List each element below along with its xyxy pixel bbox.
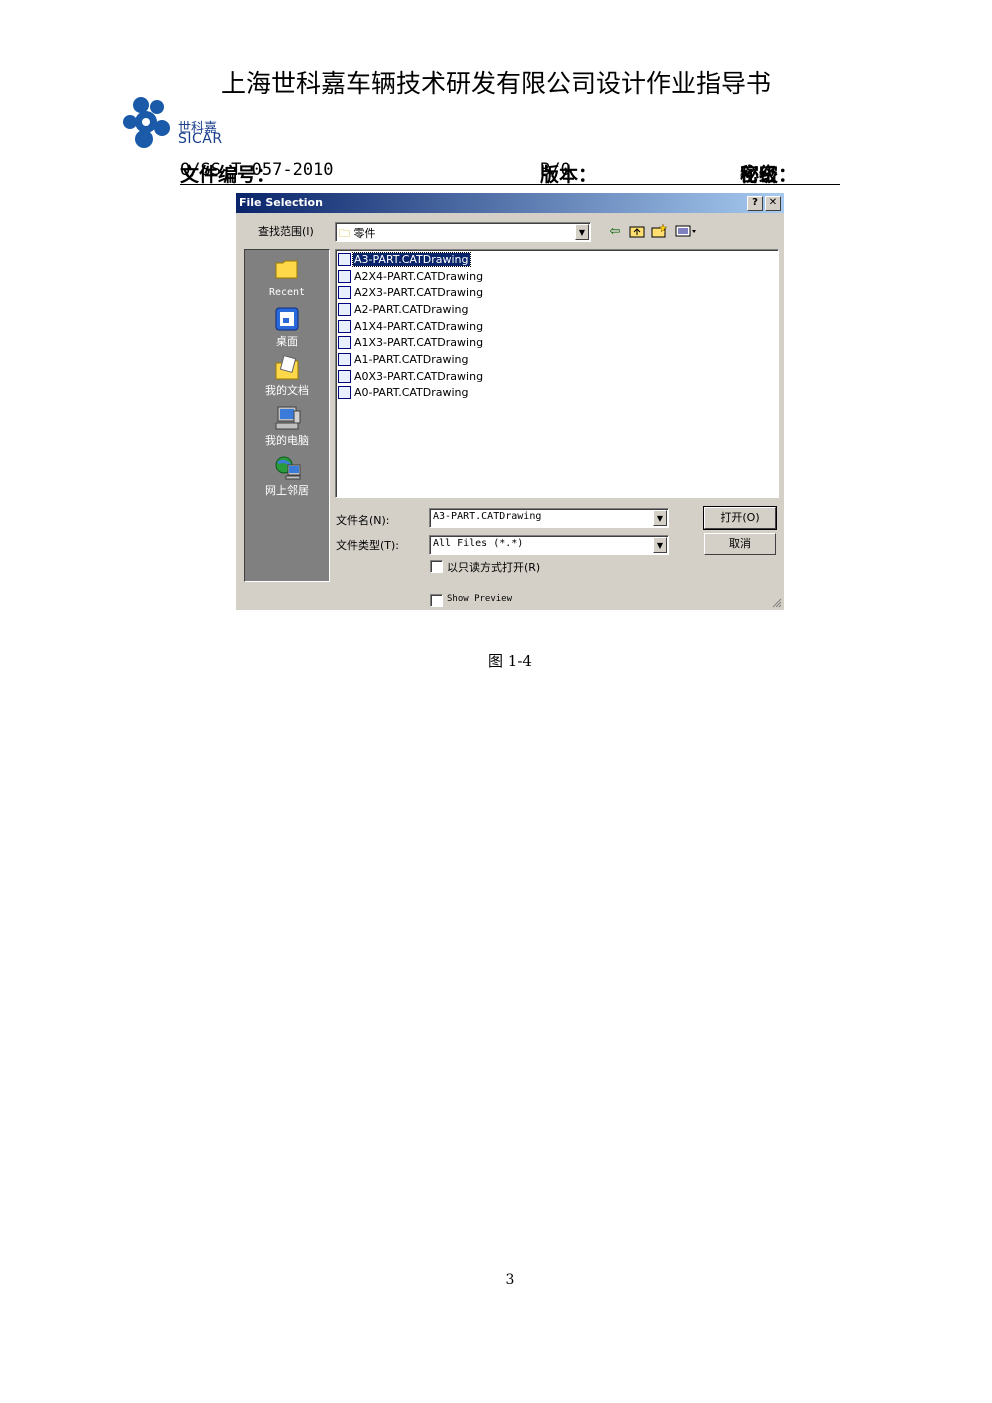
help-button[interactable]: ? <box>747 196 763 211</box>
place-my-documents[interactable]: 我的文档 <box>245 355 329 398</box>
resize-grip-icon[interactable] <box>772 598 782 608</box>
page-number: 3 <box>505 1272 515 1288</box>
file-name: A0-PART.CATDrawing <box>354 385 469 399</box>
place-label: 网上邻居 <box>265 484 309 497</box>
filetype-label: 文件类型(T): <box>336 539 400 552</box>
figure-caption: 图 1-4 <box>488 652 532 670</box>
show-preview-checkbox[interactable] <box>430 594 443 607</box>
desktop-icon <box>274 306 300 332</box>
catdrawing-file-icon <box>338 285 351 299</box>
look-in-combo[interactable]: 🗀 零件 ▼ <box>335 222 591 242</box>
file-name: A0X3-PART.CATDrawing <box>354 369 484 383</box>
list-item[interactable]: A0-PART.CATDrawing <box>338 385 470 401</box>
dialog-titlebar[interactable]: File Selection ? ✕ <box>236 193 784 213</box>
look-in-value: 🗀 零件 <box>339 225 376 244</box>
catdrawing-file-icon <box>338 269 351 283</box>
my-documents-icon <box>274 355 300 381</box>
document-meta-row: 文件编号： Q/SS-T-057-2010 版本： B/0 密级： 秘密 <box>180 160 840 186</box>
look-in-label: 查找范围(I) <box>258 225 314 238</box>
file-name: A2-PART.CATDrawing <box>354 302 469 316</box>
list-item[interactable]: A0X3-PART.CATDrawing <box>338 369 484 385</box>
my-computer-icon <box>274 405 301 431</box>
doc-number-value: Q/SS-T-057-2010 <box>180 160 334 180</box>
place-my-computer[interactable]: 我的电脑 <box>245 405 329 448</box>
close-button[interactable]: ✕ <box>765 196 781 211</box>
file-name: A1X3-PART.CATDrawing <box>354 335 484 349</box>
catdrawing-file-icon <box>338 335 351 349</box>
catdrawing-file-icon <box>338 385 351 399</box>
list-item[interactable]: A2X3-PART.CATDrawing <box>338 285 484 301</box>
list-item[interactable]: A2-PART.CATDrawing <box>338 302 470 318</box>
file-name: A2X3-PART.CATDrawing <box>354 285 484 299</box>
new-folder-icon[interactable] <box>650 223 668 240</box>
list-item[interactable]: A2X4-PART.CATDrawing <box>338 269 484 285</box>
file-selection-dialog: File Selection ? ✕ 查找范围(I) 🗀 零件 ▼ ⇦ Rece… <box>236 193 784 610</box>
chevron-down-icon[interactable]: ▼ <box>653 510 667 526</box>
chevron-down-icon[interactable]: ▼ <box>575 224 589 240</box>
place-desktop[interactable]: 桌面 <box>245 306 329 349</box>
filetype-select[interactable]: All Files (*.*) ▼ <box>429 535 669 555</box>
secrecy-value: 秘密 <box>740 164 779 186</box>
catdrawing-file-icon <box>338 252 351 266</box>
file-name: A2X4-PART.CATDrawing <box>354 269 484 283</box>
place-network[interactable]: 网上邻居 <box>245 455 329 498</box>
place-label: 我的文档 <box>265 384 309 397</box>
readonly-checkbox[interactable] <box>430 560 443 573</box>
open-button[interactable]: 打开(O) <box>703 506 777 530</box>
catdrawing-file-icon <box>338 352 351 366</box>
recent-folder-icon <box>274 258 300 284</box>
catdrawing-file-icon <box>338 369 351 383</box>
place-recent[interactable]: Recent <box>245 258 329 298</box>
catdrawing-file-icon <box>338 302 351 316</box>
back-icon[interactable]: ⇦ <box>606 224 624 240</box>
filename-field[interactable]: A3-PART.CATDrawing ▼ <box>429 508 669 528</box>
place-label: 桌面 <box>276 335 298 348</box>
list-item[interactable]: A3-PART.CATDrawing <box>338 251 471 268</box>
chevron-down-icon[interactable]: ▼ <box>653 537 667 553</box>
filename-value: A3-PART.CATDrawing <box>433 511 542 522</box>
network-icon <box>274 455 301 481</box>
logo-english-text: SICAR <box>178 131 223 147</box>
places-bar: Recent 桌面 我的文档 我的电脑 网上邻居 <box>244 249 330 582</box>
file-name: A1X4-PART.CATDrawing <box>354 319 484 333</box>
look-in-text: 零件 <box>353 227 376 240</box>
version-value: B/0 <box>540 160 571 180</box>
folder-icon: 🗀 <box>339 227 350 240</box>
file-name: A1-PART.CATDrawing <box>354 352 469 366</box>
place-label: Recent <box>268 287 306 298</box>
readonly-label: 以只读方式打开(R) <box>447 561 541 574</box>
file-name: A3-PART.CATDrawing <box>352 251 471 267</box>
file-list[interactable]: A3-PART.CATDrawing A2X4-PART.CATDrawing … <box>335 249 779 498</box>
show-preview-label: Show Preview <box>447 594 513 604</box>
dialog-title: File Selection <box>239 196 323 209</box>
list-item[interactable]: A1-PART.CATDrawing <box>338 352 470 368</box>
place-label: 我的电脑 <box>265 434 309 447</box>
list-item[interactable]: A1X3-PART.CATDrawing <box>338 335 484 351</box>
catdrawing-file-icon <box>338 319 351 333</box>
up-folder-icon[interactable] <box>628 224 646 240</box>
filetype-value: All Files (*.*) <box>433 538 524 549</box>
view-menu-icon[interactable] <box>674 224 698 240</box>
list-item[interactable]: A1X4-PART.CATDrawing <box>338 319 484 335</box>
filename-label: 文件名(N): <box>336 514 390 527</box>
cancel-button[interactable]: 取消 <box>704 533 776 555</box>
